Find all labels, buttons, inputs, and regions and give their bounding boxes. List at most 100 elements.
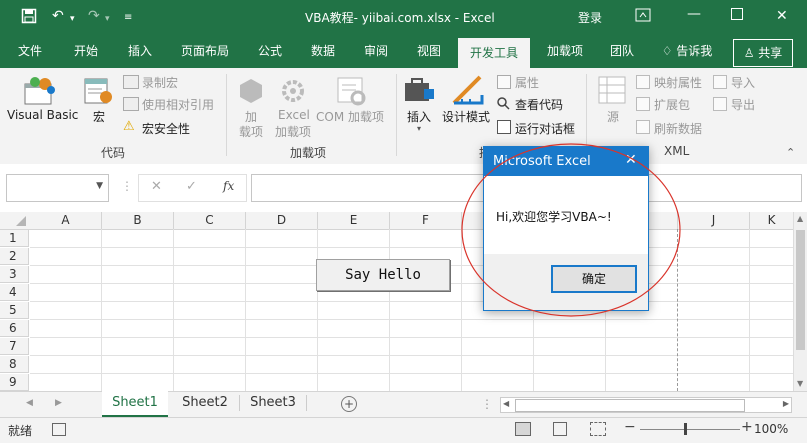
normal-view-icon[interactable] bbox=[515, 422, 531, 436]
xml-source-icon[interactable] bbox=[598, 76, 626, 109]
refresh-data-button[interactable]: 刷新数据 bbox=[654, 120, 702, 137]
row-header[interactable]: 4 bbox=[0, 284, 29, 301]
export-button[interactable]: 导出 bbox=[731, 96, 755, 113]
tab-team[interactable]: 团队 bbox=[598, 34, 646, 68]
row-header[interactable]: 1 bbox=[0, 230, 29, 247]
zoom-slider-thumb[interactable] bbox=[684, 423, 687, 435]
row-header[interactable]: 5 bbox=[0, 302, 29, 319]
column-header[interactable]: J bbox=[678, 212, 750, 230]
xml-source-button[interactable]: 源 bbox=[607, 108, 619, 125]
addins-label-2[interactable]: 载项 bbox=[239, 123, 263, 140]
row-header[interactable]: 3 bbox=[0, 266, 29, 283]
redo-dropdown-icon[interactable]: ▾ bbox=[105, 11, 110, 27]
tab-developer[interactable]: 开发工具 bbox=[458, 38, 530, 68]
name-box[interactable]: ▼ bbox=[6, 174, 109, 202]
relative-ref-button[interactable]: 使用相对引用 bbox=[142, 96, 214, 113]
collapse-ribbon-icon[interactable]: ⌃ bbox=[786, 146, 795, 159]
insert-control-icon[interactable] bbox=[404, 77, 436, 108]
horizontal-scrollbar[interactable]: ◀ ▶ bbox=[500, 397, 792, 413]
ribbon-options-icon[interactable] bbox=[635, 8, 651, 26]
scroll-up-icon[interactable]: ▲ bbox=[797, 214, 803, 223]
tab-addins[interactable]: 加载项 bbox=[538, 34, 592, 68]
column-header[interactable]: B bbox=[102, 212, 174, 230]
design-mode-button[interactable]: 设计模式 bbox=[442, 108, 490, 125]
visual-basic-icon[interactable] bbox=[23, 76, 57, 109]
login-link[interactable]: 登录 bbox=[578, 9, 602, 26]
column-header[interactable]: D bbox=[246, 212, 318, 230]
column-header[interactable]: F bbox=[390, 212, 462, 230]
tell-me-box[interactable]: ♢ 告诉我 bbox=[654, 34, 720, 68]
scroll-down-icon[interactable]: ▼ bbox=[797, 379, 803, 388]
zoom-out-icon[interactable]: − bbox=[624, 419, 636, 435]
column-header[interactable]: E bbox=[318, 212, 390, 230]
com-addins-button[interactable]: COM 加载项 bbox=[316, 108, 384, 125]
row-header[interactable]: 9 bbox=[0, 374, 29, 391]
tab-data[interactable]: 数据 bbox=[299, 34, 347, 68]
insert-dropdown-icon[interactable]: ▾ bbox=[417, 124, 421, 133]
insert-control-button[interactable]: 插入 bbox=[407, 108, 431, 125]
scroll-thumb[interactable] bbox=[796, 230, 805, 350]
excel-addins-label-2[interactable]: 加载项 bbox=[275, 123, 311, 140]
tab-splitter-icon[interactable]: ⋮ bbox=[481, 397, 493, 411]
cancel-icon[interactable]: ✕ bbox=[151, 179, 162, 194]
visual-basic-button[interactable]: Visual Basic bbox=[7, 108, 78, 122]
insert-function-icon[interactable]: fx bbox=[223, 179, 234, 193]
scroll-right-icon[interactable]: ▶ bbox=[783, 399, 789, 408]
tab-formulas[interactable]: 公式 bbox=[246, 34, 294, 68]
import-button[interactable]: 导入 bbox=[731, 74, 755, 91]
page-break-view-icon[interactable] bbox=[590, 422, 606, 436]
record-macro-button[interactable]: 录制宏 bbox=[142, 74, 178, 91]
row-header[interactable]: 6 bbox=[0, 320, 29, 337]
page-layout-view-icon[interactable] bbox=[553, 422, 567, 436]
zoom-in-icon[interactable]: + bbox=[741, 419, 753, 435]
column-header[interactable]: A bbox=[30, 212, 102, 230]
tab-insert[interactable]: 插入 bbox=[116, 34, 164, 68]
maximize-icon[interactable] bbox=[731, 8, 743, 24]
tab-view[interactable]: 视图 bbox=[405, 34, 453, 68]
share-button[interactable]: ♙ 共享 bbox=[733, 39, 793, 67]
properties-button[interactable]: 属性 bbox=[515, 74, 539, 91]
excel-addins-icon[interactable] bbox=[279, 77, 307, 108]
sheet-tab[interactable]: Sheet3 bbox=[240, 391, 306, 415]
close-icon[interactable]: ✕ bbox=[776, 8, 788, 24]
design-mode-icon[interactable] bbox=[452, 75, 484, 108]
map-properties-button[interactable]: 映射属性 bbox=[654, 74, 702, 91]
undo-dropdown-icon[interactable]: ▾ bbox=[70, 11, 75, 27]
row-header[interactable]: 7 bbox=[0, 338, 29, 355]
sheet-tab[interactable]: Sheet2 bbox=[171, 391, 239, 415]
tab-review[interactable]: 审阅 bbox=[352, 34, 400, 68]
enter-icon[interactable]: ✓ bbox=[186, 179, 197, 194]
select-all-corner[interactable] bbox=[0, 212, 31, 230]
column-header[interactable]: C bbox=[174, 212, 246, 230]
tab-home[interactable]: 开始 bbox=[62, 34, 110, 68]
expansion-packs-button[interactable]: 扩展包 bbox=[654, 96, 690, 113]
save-icon[interactable] bbox=[21, 8, 37, 28]
macros-button[interactable]: 宏 bbox=[93, 108, 105, 125]
addins-icon[interactable] bbox=[238, 77, 264, 108]
minimize-icon[interactable]: — bbox=[687, 6, 701, 22]
sheet-tab[interactable]: Sheet1 bbox=[102, 391, 168, 417]
zoom-slider[interactable] bbox=[640, 429, 740, 430]
row-header[interactable]: 2 bbox=[0, 248, 29, 265]
h-scroll-thumb[interactable] bbox=[515, 399, 745, 412]
sheet-next-icon[interactable]: ▶ bbox=[55, 398, 62, 408]
run-dialog-button[interactable]: 运行对话框 bbox=[515, 120, 575, 137]
undo-icon[interactable]: ↶ bbox=[52, 8, 64, 24]
say-hello-button[interactable]: Say Hello bbox=[316, 259, 450, 291]
customize-qat-icon[interactable]: ≡ bbox=[124, 10, 132, 26]
com-addins-icon[interactable] bbox=[336, 76, 366, 109]
vertical-scrollbar[interactable]: ▲ ▼ bbox=[793, 212, 807, 391]
scroll-left-icon[interactable]: ◀ bbox=[503, 399, 509, 408]
column-header[interactable]: K bbox=[750, 212, 794, 230]
zoom-level[interactable]: 100% bbox=[754, 422, 788, 436]
chevron-down-icon[interactable]: ▼ bbox=[96, 181, 103, 191]
sheet-prev-icon[interactable]: ◀ bbox=[26, 398, 33, 408]
macros-icon[interactable] bbox=[84, 77, 114, 108]
add-sheet-icon[interactable]: + bbox=[341, 396, 357, 412]
tab-page-layout[interactable]: 页面布局 bbox=[172, 34, 238, 68]
excel-addins-label-1[interactable]: Excel bbox=[278, 108, 310, 122]
view-code-button[interactable]: 查看代码 bbox=[515, 96, 563, 113]
redo-icon[interactable]: ↷ bbox=[88, 8, 100, 24]
macro-security-button[interactable]: 宏安全性 bbox=[142, 120, 190, 137]
tab-file[interactable]: 文件 bbox=[6, 34, 54, 68]
